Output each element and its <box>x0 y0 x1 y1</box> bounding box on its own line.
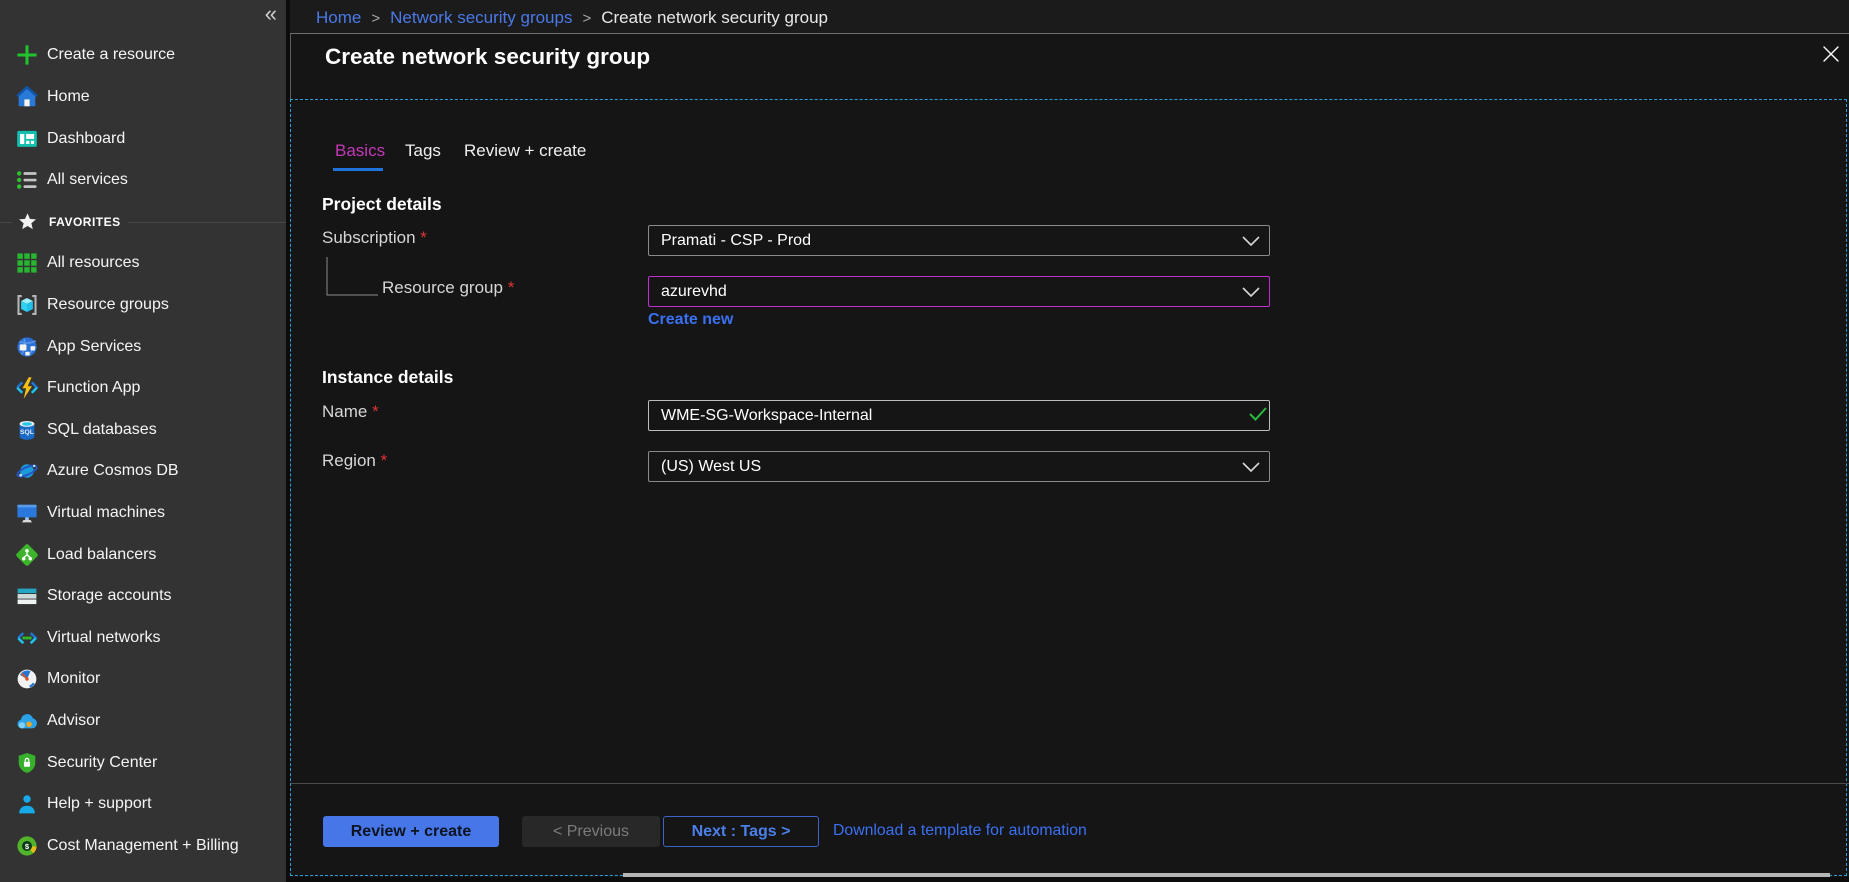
svg-text:$: $ <box>25 842 30 851</box>
svg-text:SQL: SQL <box>20 429 34 436</box>
